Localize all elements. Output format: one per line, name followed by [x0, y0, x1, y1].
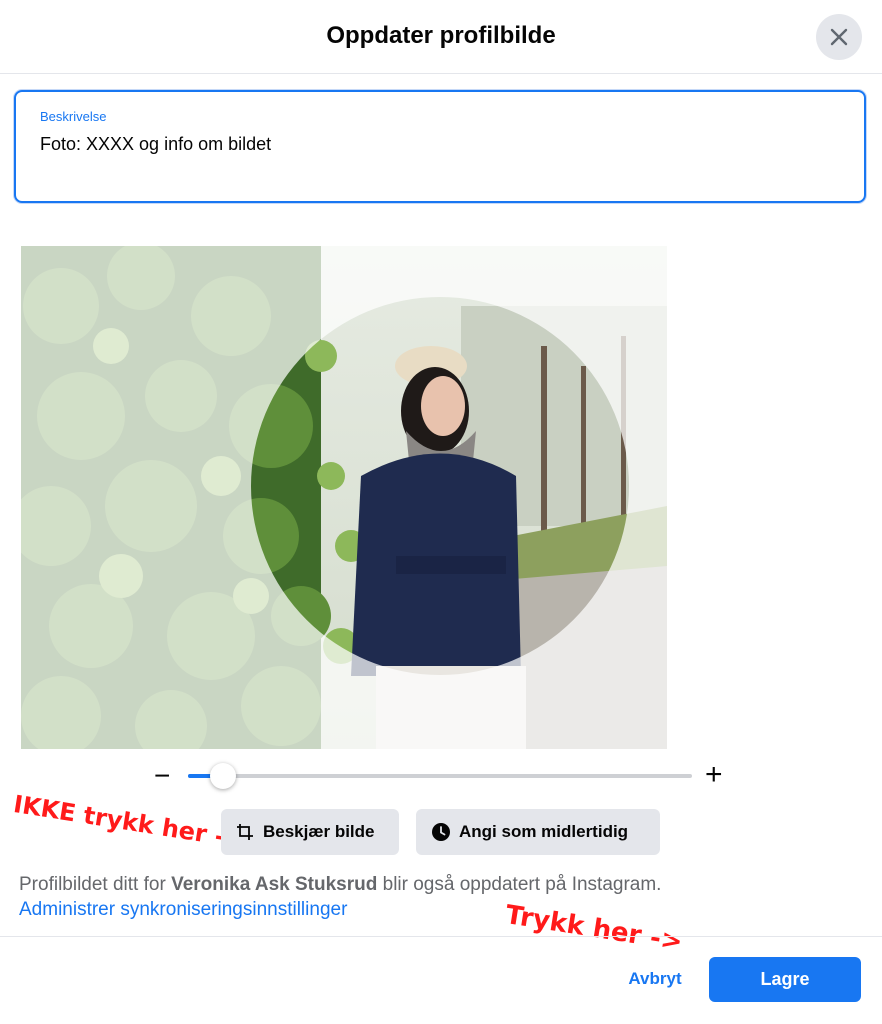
manage-sync-settings-link[interactable]: Administrer synkroniseringsinnstillinger — [19, 899, 347, 921]
info-prefix: Profilbildet ditt for — [19, 874, 172, 895]
footer-divider — [0, 936, 882, 937]
dialog-title: Oppdater profilbilde — [326, 22, 556, 49]
save-button[interactable]: Lagre — [709, 957, 861, 1002]
profile-photo-cropper[interactable] — [21, 246, 667, 749]
zoom-thumb[interactable] — [210, 763, 237, 789]
zoom-out-button[interactable]: − — [154, 762, 170, 790]
cancel-button[interactable]: Avbryt — [610, 957, 700, 1001]
set-temporary-button[interactable]: Angi som midlertidig — [416, 809, 660, 855]
annotation-click-here: Trykk her -> — [503, 900, 685, 958]
description-input[interactable]: Foto: XXXX og info om bildet — [40, 134, 271, 155]
zoom-in-button[interactable]: + — [705, 760, 723, 790]
zoom-slider[interactable]: − + — [150, 760, 740, 794]
clock-icon — [431, 822, 451, 842]
crop-photo-button[interactable]: Beskjær bilde — [221, 809, 399, 855]
info-suffix: blir også oppdatert på Instagram. — [377, 874, 662, 895]
dialog-header: Oppdater profilbilde — [0, 0, 882, 74]
crop-icon — [235, 822, 255, 842]
zoom-track[interactable] — [188, 763, 692, 789]
close-icon — [830, 28, 848, 46]
annotation-dont-click: IKKE trykk her -> — [11, 790, 247, 855]
description-label: Beskrivelse — [40, 109, 107, 124]
description-field[interactable]: Beskrivelse Foto: XXXX og info om bildet — [14, 90, 866, 203]
crop-photo-label: Beskjær bilde — [263, 822, 375, 841]
set-temporary-label: Angi som midlertidig — [459, 822, 629, 841]
instagram-sync-info: Profilbildet ditt for Veronika Ask Stuks… — [19, 874, 661, 896]
profile-photo — [21, 246, 667, 749]
account-name: Veronika Ask Stuksrud — [171, 874, 378, 895]
close-button[interactable] — [816, 14, 862, 60]
